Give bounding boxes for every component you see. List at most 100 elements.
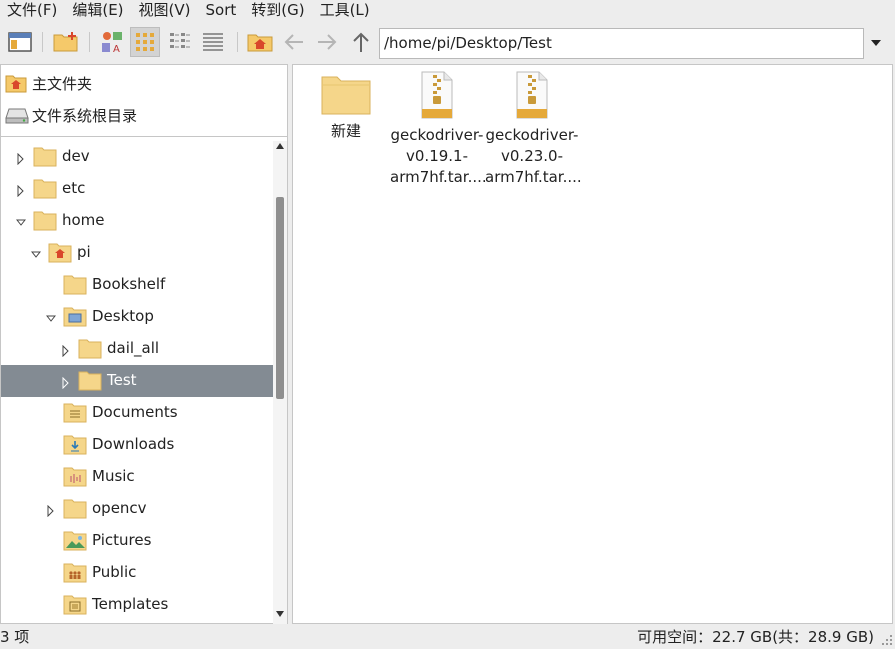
tree-item-test[interactable]: Test <box>1 365 273 397</box>
tree-item-label: Bookshelf <box>92 275 166 293</box>
folder-icon <box>63 497 87 519</box>
detailed-list-view-button[interactable] <box>198 27 228 57</box>
places-list: 主文件夹 文件系统根目录 <box>1 65 287 131</box>
scroll-down-icon[interactable] <box>276 611 284 617</box>
expander-collapsed-icon[interactable] <box>61 375 71 390</box>
home-button[interactable] <box>245 27 275 57</box>
tree-item-etc[interactable]: etc <box>1 173 273 205</box>
directory-tree: dev etc home pi Bookshelf Desktop dail_all Test… <box>1 141 273 625</box>
menu-bar: 文件(F) 编辑(E) 视图(V) Sort 转到(G) 工具(L) <box>0 0 895 22</box>
toolbar-separator <box>42 32 43 52</box>
scroll-up-icon[interactable] <box>276 143 284 149</box>
forward-button[interactable] <box>312 27 342 57</box>
tree-item-desktop[interactable]: Desktop <box>1 301 273 333</box>
tree-item-label: Downloads <box>92 435 175 453</box>
drive-icon <box>5 105 29 129</box>
icon-view-icon <box>136 33 154 51</box>
tree-item-label: Templates <box>92 595 169 613</box>
menu-go[interactable]: 转到(G) <box>244 0 312 22</box>
new-folder-icon <box>53 32 78 52</box>
folder-icon <box>321 76 371 115</box>
expander-collapsed-icon[interactable] <box>46 503 56 518</box>
menu-edit[interactable]: 编辑(E) <box>65 0 131 22</box>
tree-item-label: Desktop <box>92 307 154 325</box>
scrollbar-thumb[interactable] <box>276 197 284 399</box>
tree-item-dail-all[interactable]: dail_all <box>1 333 273 365</box>
tree-scrollbar[interactable] <box>273 141 287 625</box>
item-count: 3 项 <box>0 628 30 646</box>
tree-item-documents[interactable]: Documents <box>1 397 273 429</box>
downloads-folder-icon <box>63 433 87 455</box>
music-folder-icon <box>63 465 87 487</box>
folder-icon <box>33 209 57 231</box>
tree-item-label: opencv <box>92 499 147 517</box>
expander-expanded-icon[interactable] <box>45 311 57 323</box>
tree-item-opencv[interactable]: opencv <box>1 493 273 525</box>
menu-file[interactable]: 文件(F) <box>0 0 65 22</box>
tree-item-music[interactable]: Music <box>1 461 273 493</box>
svg-text:A: A <box>113 44 120 54</box>
new-window-icon <box>8 32 32 52</box>
tree-item-downloads[interactable]: Downloads <box>1 429 273 461</box>
resize-grip-icon[interactable] <box>881 634 893 646</box>
back-arrow-icon <box>284 34 303 50</box>
compact-view-button[interactable] <box>165 27 195 57</box>
home-folder-icon <box>5 73 27 97</box>
folder-icon <box>63 273 87 295</box>
tree-item-public[interactable]: Public <box>1 557 273 589</box>
thumbnail-view-button[interactable]: A <box>97 27 127 57</box>
tree-item-templates[interactable]: Templates <box>1 589 273 621</box>
tree-item-pictures[interactable]: Pictures <box>1 525 273 557</box>
home-folder-icon <box>48 241 72 263</box>
file-item-archive[interactable]: geckodriver-v0.23.0- arm7hf.tar.... <box>485 71 582 188</box>
menu-sort[interactable]: Sort <box>199 0 245 22</box>
pictures-folder-icon <box>63 529 87 551</box>
side-panel: 主文件夹 文件系统根目录 dev etc home pi Bookshelf Deskto… <box>0 64 288 625</box>
documents-folder-icon <box>63 401 87 423</box>
place-label: 主文件夹 <box>32 75 93 93</box>
tree-item-dev[interactable]: dev <box>1 141 273 173</box>
place-label: 文件系统根目录 <box>32 107 138 125</box>
compact-view-icon <box>170 33 190 48</box>
tree-item-label: Test <box>107 371 137 389</box>
expander-collapsed-icon[interactable] <box>16 183 26 198</box>
file-name: 新建 <box>330 122 361 140</box>
tree-item-pi[interactable]: pi <box>1 237 273 269</box>
location-bar[interactable]: /home/pi/Desktop/Test <box>379 28 864 59</box>
up-button[interactable] <box>346 27 376 57</box>
file-item-archive[interactable]: geckodriver-v0.19.1- arm7hf.tar.... <box>390 71 487 188</box>
icon-view-button[interactable] <box>130 27 160 57</box>
tree-item-label: Public <box>92 563 137 581</box>
archive-icon <box>516 71 548 119</box>
archive-icon <box>421 71 453 119</box>
detailed-list-view-icon <box>203 33 223 51</box>
file-name: geckodriver-v0.23.0- arm7hf.tar.... <box>485 126 582 186</box>
tree-item-label: dail_all <box>107 339 160 357</box>
tree-item-bookshelf[interactable]: Bookshelf <box>1 269 273 301</box>
tree-item-label: pi <box>77 243 91 261</box>
back-button[interactable] <box>279 27 309 57</box>
expander-expanded-icon[interactable] <box>15 215 27 227</box>
tree-item-label: dev <box>62 147 90 165</box>
file-item-folder[interactable]: 新建 <box>299 71 393 142</box>
folder-icon <box>33 177 57 199</box>
place-home-folder[interactable]: 主文件夹 <box>1 69 287 97</box>
location-dropdown[interactable] <box>866 32 886 54</box>
place-filesystem-root[interactable]: 文件系统根目录 <box>1 101 287 129</box>
new-folder-button[interactable] <box>51 27 81 57</box>
menu-tools[interactable]: 工具(L) <box>313 0 378 22</box>
tree-item-label: Pictures <box>92 531 152 549</box>
expander-expanded-icon[interactable] <box>30 247 42 259</box>
new-window-button[interactable] <box>5 27 35 57</box>
tree-item-home[interactable]: home <box>1 205 273 237</box>
chevron-down-icon <box>871 40 881 46</box>
toolbar-separator <box>237 32 238 52</box>
menu-view[interactable]: 视图(V) <box>132 0 199 22</box>
desktop-folder-icon <box>63 305 87 327</box>
public-folder-icon <box>63 561 87 583</box>
expander-collapsed-icon[interactable] <box>16 151 26 166</box>
folder-icon <box>78 369 102 391</box>
file-view: 新建 geckodriver-v0.19.1- arm7hf.tar.... ge… <box>292 64 893 624</box>
places-divider <box>1 136 287 137</box>
expander-collapsed-icon[interactable] <box>61 343 71 358</box>
